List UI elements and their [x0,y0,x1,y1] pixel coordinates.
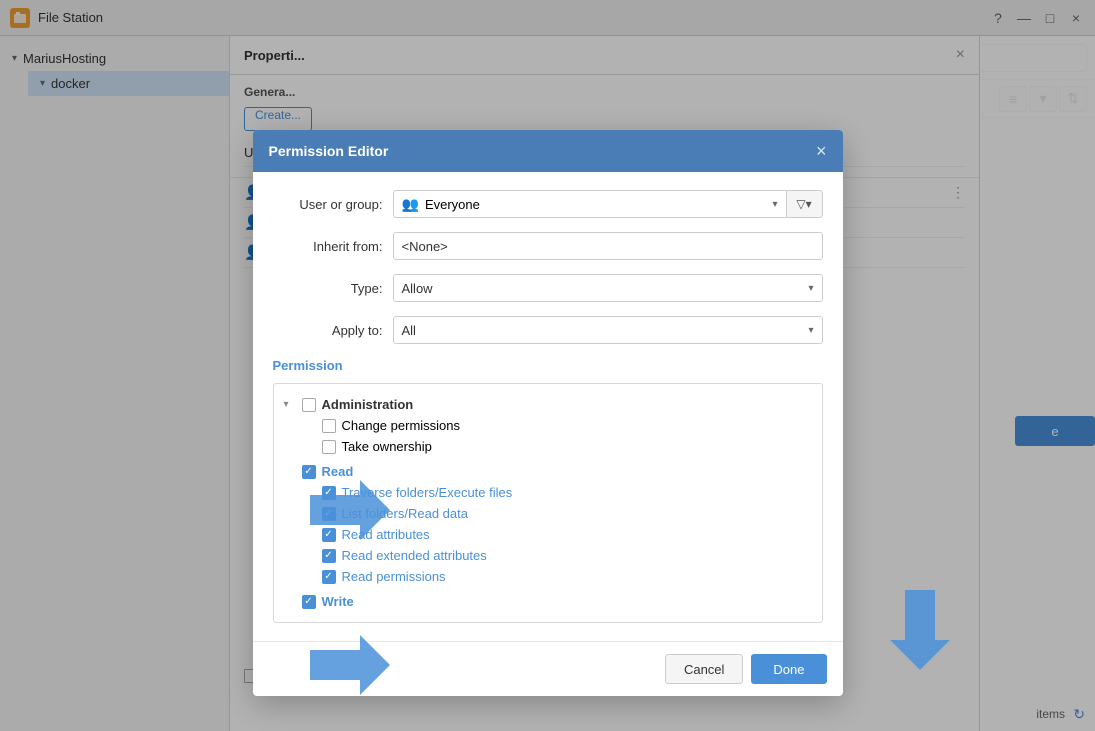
traverse-row: Traverse folders/Execute files [284,482,812,503]
user-group-select[interactable]: 👥 Everyone ▾ [393,190,787,218]
permission-section-label: Permission [273,358,823,373]
read-perms-checkbox[interactable] [322,570,336,584]
modal-close-button[interactable]: × [816,142,827,160]
read-attrs-label: Read attributes [342,527,430,542]
take-ownership-checkbox[interactable] [322,440,336,454]
read-attrs-row: Read attributes [284,524,812,545]
take-ownership-label: Take ownership [342,439,432,454]
apply-to-arrow-icon: ▾ [808,325,813,336]
list-folders-label: List folders/Read data [342,506,468,521]
type-label: Type: [273,281,383,296]
change-perms-row: Change permissions [284,415,812,436]
read-perms-row: Read permissions [284,566,812,587]
read-attrs-checkbox[interactable] [322,528,336,542]
permission-editor-modal: Permission Editor × User or group: 👥 Eve… [253,130,843,696]
traverse-checkbox[interactable] [322,486,336,500]
inherit-label: Inherit from: [273,239,383,254]
read-perms-label: Read permissions [342,569,446,584]
write-row: Write [284,591,812,612]
read-checkbox[interactable] [302,465,316,479]
cancel-button[interactable]: Cancel [665,654,743,684]
done-button[interactable]: Done [751,654,826,684]
user-group-value: Everyone [425,197,480,212]
traverse-label: Traverse folders/Execute files [342,485,513,500]
filter-icon: ▽ [796,197,805,211]
apply-to-row: Apply to: All ▾ [273,316,823,344]
user-group-label: User or group: [273,197,383,212]
write-label: Write [322,594,354,609]
inherit-value: <None> [402,239,814,254]
administration-row: ▾ Administration [284,394,812,415]
read-ext-attrs-checkbox[interactable] [322,549,336,563]
modal-backdrop: Permission Editor × User or group: 👥 Eve… [0,0,1095,731]
read-ext-attrs-label: Read extended attributes [342,548,487,563]
apply-to-label: Apply to: [273,323,383,338]
modal-body: User or group: 👥 Everyone ▾ ▽ ▾ Inherit … [253,172,843,641]
permission-tree: ▾ Administration Change permissions Take… [273,383,823,623]
change-perms-checkbox[interactable] [322,419,336,433]
admin-checkbox[interactable] [302,398,316,412]
apply-to-select[interactable]: All ▾ [393,316,823,344]
type-arrow-icon: ▾ [808,283,813,294]
type-row: Type: Allow ▾ [273,274,823,302]
inherit-from-row: Inherit from: <None> [273,232,823,260]
filter-button[interactable]: ▽ ▾ [787,190,823,218]
user-group-icon: 👥 [402,196,419,213]
list-folders-checkbox[interactable] [322,507,336,521]
inherit-select[interactable]: <None> [393,232,823,260]
filter-arrow-icon: ▾ [806,197,812,211]
change-perms-label: Change permissions [342,418,461,433]
apply-to-value: All [402,323,809,338]
read-ext-attrs-row: Read extended attributes [284,545,812,566]
user-group-select-row: 👥 Everyone ▾ ▽ ▾ [393,190,823,218]
user-group-row: User or group: 👥 Everyone ▾ ▽ ▾ [273,190,823,218]
user-group-arrow-icon: ▾ [772,199,777,210]
list-folders-row: List folders/Read data [284,503,812,524]
write-checkbox[interactable] [302,595,316,609]
admin-label: Administration [322,397,414,412]
arrow-right [890,590,950,670]
type-select[interactable]: Allow ▾ [393,274,823,302]
modal-header: Permission Editor × [253,130,843,172]
take-ownership-row: Take ownership [284,436,812,457]
read-row: Read [284,461,812,482]
read-label: Read [322,464,354,479]
modal-title: Permission Editor [269,143,389,159]
admin-toggle-icon[interactable]: ▾ [284,399,296,410]
modal-footer: Cancel Done [253,641,843,696]
type-value: Allow [402,281,809,296]
